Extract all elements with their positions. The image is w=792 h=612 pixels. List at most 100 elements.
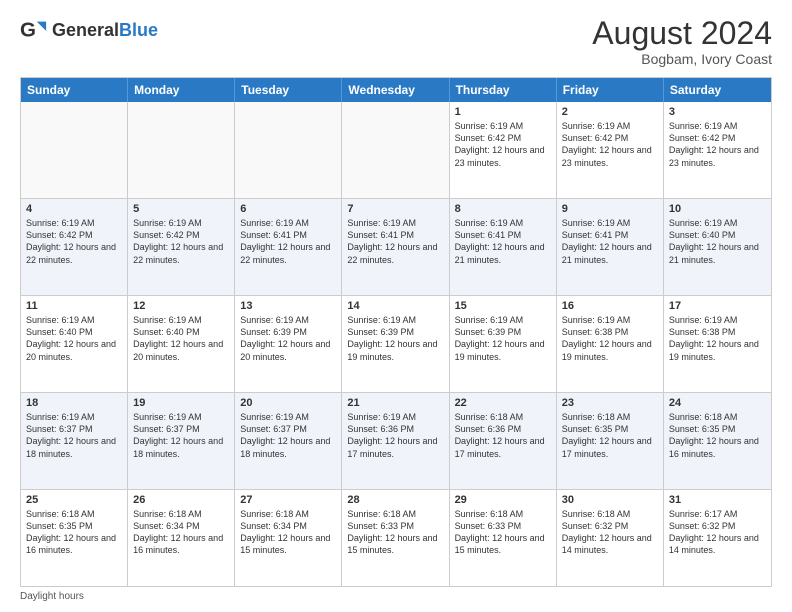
- day-header-sunday: Sunday: [21, 78, 128, 102]
- cell-content: Sunrise: 6:19 AM Sunset: 6:36 PM Dayligh…: [347, 411, 443, 460]
- cell-content: Sunrise: 6:18 AM Sunset: 6:33 PM Dayligh…: [455, 508, 551, 557]
- calendar-cell: [342, 102, 449, 198]
- day-number: 13: [240, 300, 336, 312]
- cell-content: Sunrise: 6:18 AM Sunset: 6:35 PM Dayligh…: [562, 411, 658, 460]
- calendar-week-row: 1 Sunrise: 6:19 AM Sunset: 6:42 PM Daylig…: [21, 102, 771, 198]
- logo-area: G GeneralBlue: [20, 16, 158, 44]
- day-number: 10: [669, 203, 766, 215]
- calendar-cell: 7Sunrise: 6:19 AM Sunset: 6:41 PM Daylig…: [342, 199, 449, 295]
- calendar-cell: 15 Sunrise: 6:19 AM Sunset: 6:39 PM Dayli…: [450, 296, 557, 392]
- day-number: 7: [347, 203, 443, 215]
- cell-content: Sunrise: 6:18 AM Sunset: 6:34 PM Dayligh…: [240, 508, 336, 557]
- day-number: 15: [455, 300, 551, 312]
- calendar-cell: 28 Sunrise: 6:18 AM Sunset: 6:33 PM Dayli…: [342, 490, 449, 586]
- cell-content: Sunrise: 6:18 AM Sunset: 6:35 PM Dayligh…: [26, 508, 122, 557]
- day-number: 20: [240, 397, 336, 409]
- day-number: 6: [240, 203, 336, 215]
- day-number: 19: [133, 397, 229, 409]
- cell-content: Sunrise: 6:19 AM Sunset: 6:40 PM Dayligh…: [669, 217, 766, 266]
- calendar-cell: 18Sunrise: 6:19 AM Sunset: 6:37 PM Dayli…: [21, 393, 128, 489]
- cell-content: Sunrise: 6:18 AM Sunset: 6:35 PM Dayligh…: [669, 411, 766, 460]
- day-number: 16: [562, 300, 658, 312]
- calendar-week-row: 4Sunrise: 6:19 AM Sunset: 6:42 PM Daylig…: [21, 198, 771, 295]
- calendar-cell: 21 Sunrise: 6:19 AM Sunset: 6:36 PM Dayli…: [342, 393, 449, 489]
- calendar-cell: 2 Sunrise: 6:19 AM Sunset: 6:42 PM Daylig…: [557, 102, 664, 198]
- day-header-saturday: Saturday: [664, 78, 771, 102]
- cell-content: Sunrise: 6:19 AM Sunset: 6:41 PM Dayligh…: [240, 217, 336, 266]
- day-number: 30: [562, 494, 658, 506]
- cell-content: Sunrise: 6:18 AM Sunset: 6:33 PM Dayligh…: [347, 508, 443, 557]
- cell-content: Sunrise: 6:17 AM Sunset: 6:32 PM Dayligh…: [669, 508, 766, 557]
- footer-note: Daylight hours: [20, 591, 772, 602]
- calendar-cell: 11 Sunrise: 6:19 AM Sunset: 6:40 PM Dayli…: [21, 296, 128, 392]
- day-number: 29: [455, 494, 551, 506]
- day-header-monday: Monday: [128, 78, 235, 102]
- cell-content: Sunrise: 6:19 AM Sunset: 6:37 PM Dayligh…: [133, 411, 229, 460]
- day-number: 1: [455, 106, 551, 118]
- day-number: 2: [562, 106, 658, 118]
- day-header-wednesday: Wednesday: [342, 78, 449, 102]
- cell-content: Sunrise: 6:19 AM Sunset: 6:39 PM Dayligh…: [455, 314, 551, 363]
- day-number: 11: [26, 300, 122, 312]
- calendar-cell: 20Sunrise: 6:19 AM Sunset: 6:37 PM Dayli…: [235, 393, 342, 489]
- calendar-week-row: 25Sunrise: 6:18 AM Sunset: 6:35 PM Dayli…: [21, 489, 771, 586]
- calendar-cell: 1 Sunrise: 6:19 AM Sunset: 6:42 PM Daylig…: [450, 102, 557, 198]
- calendar-cell: 25Sunrise: 6:18 AM Sunset: 6:35 PM Dayli…: [21, 490, 128, 586]
- cell-content: Sunrise: 6:19 AM Sunset: 6:41 PM Dayligh…: [562, 217, 658, 266]
- logo: G GeneralBlue: [20, 16, 158, 44]
- day-number: 5: [133, 203, 229, 215]
- calendar-cell: 10 Sunrise: 6:19 AM Sunset: 6:40 PM Dayli…: [664, 199, 771, 295]
- day-number: 31: [669, 494, 766, 506]
- calendar-cell: 24 Sunrise: 6:18 AM Sunset: 6:35 PM Dayli…: [664, 393, 771, 489]
- calendar-cell: 19 Sunrise: 6:19 AM Sunset: 6:37 PM Dayli…: [128, 393, 235, 489]
- logo-text: GeneralBlue: [52, 20, 158, 41]
- calendar-cell: 30 Sunrise: 6:18 AM Sunset: 6:32 PM Dayli…: [557, 490, 664, 586]
- calendar-cell: 17 Sunrise: 6:19 AM Sunset: 6:38 PM Dayli…: [664, 296, 771, 392]
- calendar-cell: 3Sunrise: 6:19 AM Sunset: 6:42 PM Daylig…: [664, 102, 771, 198]
- cell-content: Sunrise: 6:19 AM Sunset: 6:39 PM Dayligh…: [240, 314, 336, 363]
- title-area: August 2024 Bogbam, Ivory Coast: [592, 16, 772, 67]
- calendar-header-row: SundayMondayTuesdayWednesdayThursdayFrid…: [21, 78, 771, 102]
- header: G GeneralBlue August 2024 Bogbam, Ivory …: [20, 16, 772, 67]
- cell-content: Sunrise: 6:19 AM Sunset: 6:38 PM Dayligh…: [562, 314, 658, 363]
- calendar-cell: 13 Sunrise: 6:19 AM Sunset: 6:39 PM Dayli…: [235, 296, 342, 392]
- calendar-cell: 16 Sunrise: 6:19 AM Sunset: 6:38 PM Dayli…: [557, 296, 664, 392]
- page: G GeneralBlue August 2024 Bogbam, Ivory …: [0, 0, 792, 612]
- cell-content: Sunrise: 6:19 AM Sunset: 6:38 PM Dayligh…: [669, 314, 766, 363]
- day-number: 28: [347, 494, 443, 506]
- cell-content: Sunrise: 6:19 AM Sunset: 6:42 PM Dayligh…: [669, 120, 766, 169]
- day-number: 24: [669, 397, 766, 409]
- cell-content: Sunrise: 6:18 AM Sunset: 6:36 PM Dayligh…: [455, 411, 551, 460]
- cell-content: Sunrise: 6:18 AM Sunset: 6:32 PM Dayligh…: [562, 508, 658, 557]
- svg-text:G: G: [20, 19, 36, 42]
- cell-content: Sunrise: 6:19 AM Sunset: 6:42 PM Dayligh…: [26, 217, 122, 266]
- calendar-cell: 26Sunrise: 6:18 AM Sunset: 6:34 PM Dayli…: [128, 490, 235, 586]
- calendar-week-row: 11 Sunrise: 6:19 AM Sunset: 6:40 PM Dayli…: [21, 295, 771, 392]
- day-number: 17: [669, 300, 766, 312]
- cell-content: Sunrise: 6:19 AM Sunset: 6:42 PM Dayligh…: [455, 120, 551, 169]
- day-number: 14: [347, 300, 443, 312]
- cell-content: Sunrise: 6:19 AM Sunset: 6:40 PM Dayligh…: [133, 314, 229, 363]
- calendar-cell: 12 Sunrise: 6:19 AM Sunset: 6:40 PM Dayli…: [128, 296, 235, 392]
- location-subtitle: Bogbam, Ivory Coast: [592, 51, 772, 67]
- cell-content: Sunrise: 6:19 AM Sunset: 6:40 PM Dayligh…: [26, 314, 122, 363]
- cell-content: Sunrise: 6:19 AM Sunset: 6:42 PM Dayligh…: [562, 120, 658, 169]
- cell-content: Sunrise: 6:19 AM Sunset: 6:37 PM Dayligh…: [26, 411, 122, 460]
- day-number: 27: [240, 494, 336, 506]
- cell-content: Sunrise: 6:19 AM Sunset: 6:42 PM Dayligh…: [133, 217, 229, 266]
- day-number: 12: [133, 300, 229, 312]
- day-number: 23: [562, 397, 658, 409]
- calendar-cell: 8Sunrise: 6:19 AM Sunset: 6:41 PM Daylig…: [450, 199, 557, 295]
- day-number: 21: [347, 397, 443, 409]
- calendar-week-row: 18Sunrise: 6:19 AM Sunset: 6:37 PM Dayli…: [21, 392, 771, 489]
- calendar-cell: 27 Sunrise: 6:18 AM Sunset: 6:34 PM Dayli…: [235, 490, 342, 586]
- day-header-thursday: Thursday: [450, 78, 557, 102]
- day-number: 22: [455, 397, 551, 409]
- day-header-friday: Friday: [557, 78, 664, 102]
- calendar-cell: 31 Sunrise: 6:17 AM Sunset: 6:32 PM Dayli…: [664, 490, 771, 586]
- calendar-cell: 22 Sunrise: 6:18 AM Sunset: 6:36 PM Dayli…: [450, 393, 557, 489]
- day-number: 26: [133, 494, 229, 506]
- calendar-cell: 5 Sunrise: 6:19 AM Sunset: 6:42 PM Daylig…: [128, 199, 235, 295]
- day-number: 8: [455, 203, 551, 215]
- calendar-body: 1 Sunrise: 6:19 AM Sunset: 6:42 PM Daylig…: [21, 102, 771, 586]
